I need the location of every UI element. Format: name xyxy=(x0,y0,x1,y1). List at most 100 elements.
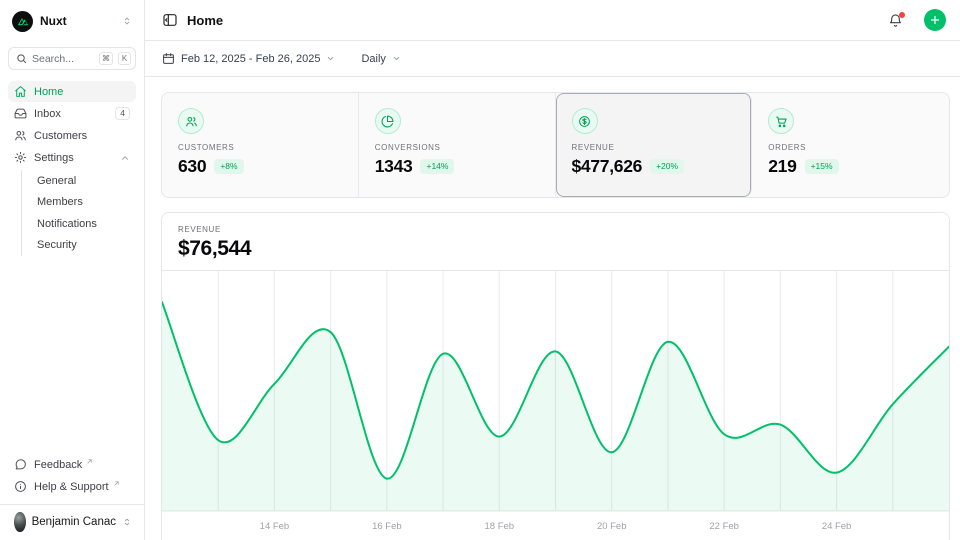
stat-label: CONVERSIONS xyxy=(375,143,539,152)
sidebar-spacer xyxy=(8,258,136,454)
main-panel: Home Feb 12, 2025 - Feb 26, 2025 Daily xyxy=(145,0,960,540)
sub-item-label: Notifications xyxy=(37,218,97,230)
notifications-button[interactable] xyxy=(888,13,903,28)
sidebar-footer-nav: Feedback Help & Support xyxy=(8,454,136,502)
page-header: Home xyxy=(145,0,960,41)
sub-item-label: Members xyxy=(37,196,83,208)
date-range-picker[interactable]: Feb 12, 2025 - Feb 26, 2025 xyxy=(162,52,335,65)
stat-value: 219 xyxy=(768,156,796,177)
chevron-up-icon xyxy=(120,153,130,163)
sidebar-item-feedback[interactable]: Feedback xyxy=(8,454,136,475)
sidebar: Nuxt Search... ⌘ K Home xyxy=(0,0,145,540)
chevron-down-icon xyxy=(392,54,401,63)
stat-label: ORDERS xyxy=(768,143,933,152)
cart-icon xyxy=(775,115,788,128)
stat-delta-badge: +20% xyxy=(650,159,684,174)
search-placeholder: Search... xyxy=(32,53,94,65)
sub-item-label: General xyxy=(37,175,76,187)
user-avatar xyxy=(14,512,26,532)
stat-delta-badge: +14% xyxy=(420,159,454,174)
x-axis-tick-label: 20 Feb xyxy=(597,521,627,532)
users-icon xyxy=(14,129,27,142)
users-round-icon xyxy=(185,115,198,128)
sidebar-item-customers[interactable]: Customers xyxy=(8,125,136,146)
sidebar-item-label: Home xyxy=(34,86,130,98)
sidebar-item-help-support[interactable]: Help & Support xyxy=(8,476,136,497)
page-title: Home xyxy=(187,13,879,28)
stat-delta-badge: +15% xyxy=(805,159,839,174)
stat-icon-circle xyxy=(375,108,401,134)
external-link-icon xyxy=(113,480,120,487)
sidebar-collapse-icon[interactable] xyxy=(162,12,178,28)
sidebar-item-label: Feedback xyxy=(34,459,82,471)
stat-value: 630 xyxy=(178,156,206,177)
revenue-chart-panel: REVENUE $76,544 14 Feb16 Feb18 Feb20 Feb… xyxy=(161,212,950,540)
chat-bubble-icon xyxy=(14,458,27,471)
revenue-chart[interactable]: 14 Feb16 Feb18 Feb20 Feb22 Feb24 Feb xyxy=(162,271,949,537)
sidebar-nav: Home Inbox 4 Customers Settings xyxy=(8,81,136,258)
sub-item-label: Security xyxy=(37,239,77,251)
home-icon xyxy=(14,85,27,98)
period-value: Daily xyxy=(361,53,385,65)
x-axis-tick-label: 24 Feb xyxy=(822,521,852,532)
sidebar-item-settings[interactable]: Settings xyxy=(8,147,136,168)
date-range-value: Feb 12, 2025 - Feb 26, 2025 xyxy=(181,53,320,65)
sidebar-item-security[interactable]: Security xyxy=(37,235,136,257)
stat-card-orders[interactable]: ORDERS 219 +15% xyxy=(752,93,949,197)
user-name: Benjamin Canac xyxy=(32,516,116,528)
sidebar-item-inbox[interactable]: Inbox 4 xyxy=(8,103,136,124)
sidebar-item-label: Inbox xyxy=(34,108,108,120)
content-area: CUSTOMERS 630 +8% CONVERSIONS 1343 +14% xyxy=(145,77,960,540)
stat-delta-badge: +8% xyxy=(214,159,243,174)
chevrons-up-down-icon xyxy=(122,517,132,527)
period-select[interactable]: Daily xyxy=(361,53,400,65)
workspace-selector[interactable]: Nuxt xyxy=(8,8,136,34)
sidebar-item-notifications[interactable]: Notifications xyxy=(37,213,136,235)
stat-label: CUSTOMERS xyxy=(178,143,342,152)
add-button[interactable] xyxy=(924,9,946,31)
app-window: Nuxt Search... ⌘ K Home xyxy=(0,0,960,540)
sidebar-item-home[interactable]: Home xyxy=(8,81,136,102)
chart-header: REVENUE $76,544 xyxy=(162,213,949,271)
filters-toolbar: Feb 12, 2025 - Feb 26, 2025 Daily xyxy=(145,41,960,77)
x-axis-tick-label: 16 Feb xyxy=(372,521,402,532)
x-axis-tick-label: 22 Feb xyxy=(709,521,739,532)
unread-dot xyxy=(899,12,905,18)
sidebar-item-label: Customers xyxy=(34,130,130,142)
sidebar-item-general[interactable]: General xyxy=(37,170,136,192)
chart-metric-value: $76,544 xyxy=(178,237,933,261)
kbd-cmd: ⌘ xyxy=(99,52,113,65)
chart-body: 14 Feb16 Feb18 Feb20 Feb22 Feb24 Feb xyxy=(162,271,949,540)
sidebar-item-label: Help & Support xyxy=(34,481,109,493)
settings-sub-list: General Members Notifications Security xyxy=(21,170,136,256)
chart-metric-label: REVENUE xyxy=(178,225,933,234)
user-menu[interactable]: Benjamin Canac xyxy=(8,505,136,540)
chevron-down-icon xyxy=(326,54,335,63)
stat-card-customers[interactable]: CUSTOMERS 630 +8% xyxy=(162,93,359,197)
stat-value: 1343 xyxy=(375,156,413,177)
stats-row: CUSTOMERS 630 +8% CONVERSIONS 1343 +14% xyxy=(161,92,950,198)
stat-card-conversions[interactable]: CONVERSIONS 1343 +14% xyxy=(359,93,556,197)
calendar-icon xyxy=(162,52,175,65)
nuxt-logo-icon xyxy=(12,11,33,32)
search-input[interactable]: Search... ⌘ K xyxy=(8,47,136,70)
stat-value: $477,626 xyxy=(572,156,643,177)
stat-icon-circle xyxy=(178,108,204,134)
x-axis-tick-label: 18 Feb xyxy=(485,521,515,532)
stat-icon-circle xyxy=(768,108,794,134)
sidebar-item-members[interactable]: Members xyxy=(37,192,136,214)
external-link-icon xyxy=(86,458,93,465)
inbox-icon xyxy=(14,107,27,120)
sidebar-item-label: Settings xyxy=(34,152,113,164)
info-circle-icon xyxy=(14,480,27,493)
plus-icon xyxy=(929,14,941,26)
kbd-k: K xyxy=(118,52,131,65)
chevrons-up-down-icon xyxy=(122,16,132,26)
gear-icon xyxy=(14,151,27,164)
stat-card-revenue[interactable]: REVENUE $477,626 +20% xyxy=(556,93,753,197)
inbox-count-badge: 4 xyxy=(115,107,130,120)
circle-dollar-icon xyxy=(578,115,591,128)
workspace-name: Nuxt xyxy=(40,14,115,28)
stat-label: REVENUE xyxy=(572,143,736,152)
stat-icon-circle xyxy=(572,108,598,134)
